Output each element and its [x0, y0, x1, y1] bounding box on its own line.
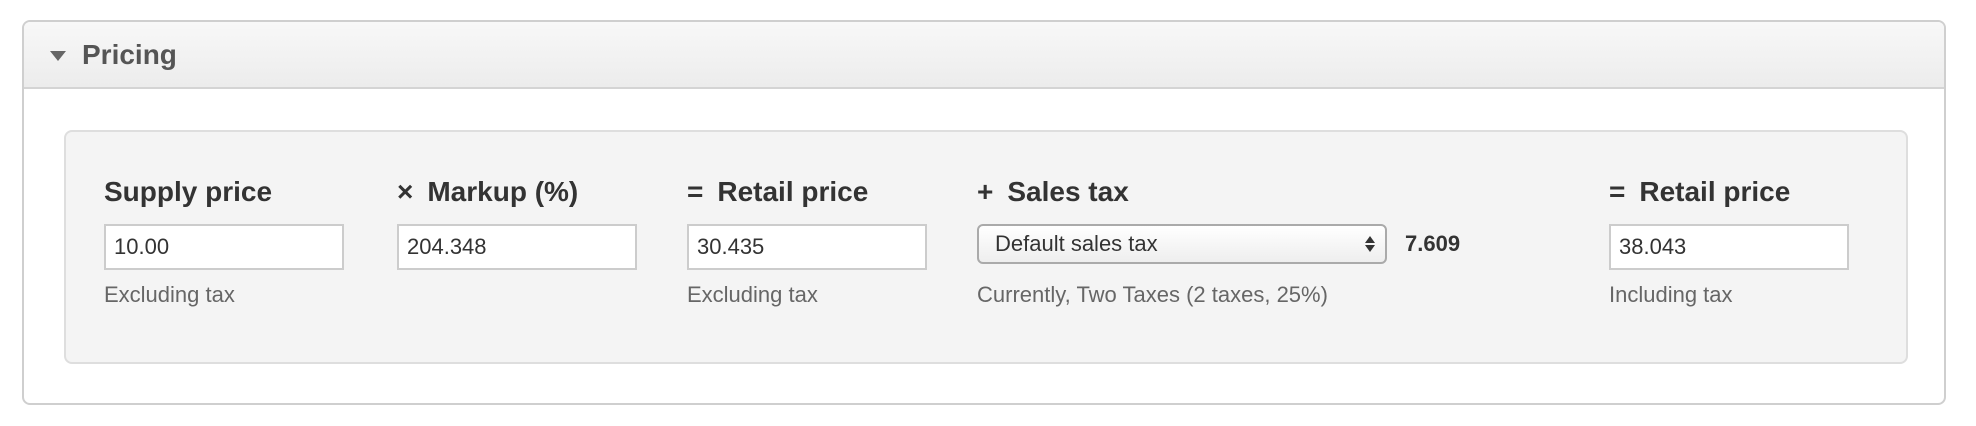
retail-price-ex-field: =Retail price Excluding tax [687, 174, 927, 308]
sales-tax-selected: Default sales tax [995, 231, 1158, 256]
pricing-panel: Pricing Supply price Excluding tax ×Mark… [22, 20, 1946, 405]
retail-price-ex-input[interactable] [687, 224, 927, 270]
sales-tax-field: + Sales tax Default sales tax 7.609 Curre… [977, 174, 1460, 308]
pricing-calculator: Supply price Excluding tax ×Markup (%) =… [64, 130, 1908, 364]
select-arrows-icon [1365, 236, 1375, 252]
pricing-panel-header[interactable]: Pricing [24, 22, 1944, 89]
supply-price-input[interactable] [104, 224, 344, 270]
equals-operator: = [1609, 176, 1626, 207]
supply-price-field: Supply price Excluding tax [104, 174, 344, 308]
plus-operator: + [977, 176, 994, 207]
markup-label: × Markup (%) [397, 174, 637, 210]
retail-price-inc-field: =Retail price Including tax [1609, 174, 1849, 308]
markup-field: × Markup (%) [397, 174, 637, 270]
sales-tax-label: + Sales tax [977, 174, 1460, 210]
retail-price-inc-input[interactable] [1609, 224, 1849, 270]
equals-operator: = [687, 176, 704, 207]
sales-tax-select[interactable]: Default sales tax [977, 224, 1387, 264]
retail-price-inc-help: Including tax [1609, 282, 1733, 307]
supply-price-help: Excluding tax [104, 282, 235, 307]
retail-price-ex-label: = Retail price [687, 174, 927, 210]
sales-tax-row: Default sales tax 7.609 [977, 224, 1460, 264]
retail-price-ex-help: Excluding tax [687, 282, 818, 307]
retail-price-inc-label: = Retail price [1609, 174, 1849, 210]
markup-input[interactable] [397, 224, 637, 270]
caret-down-icon[interactable] [50, 50, 66, 61]
panel-title: Pricing [82, 38, 177, 70]
supply-price-label: Supply price [104, 176, 273, 207]
multiply-operator: × [397, 176, 414, 207]
sales-tax-amount: 7.609 [1405, 231, 1461, 256]
sales-tax-help: Currently, Two Taxes (2 taxes, 25%) [977, 282, 1328, 307]
